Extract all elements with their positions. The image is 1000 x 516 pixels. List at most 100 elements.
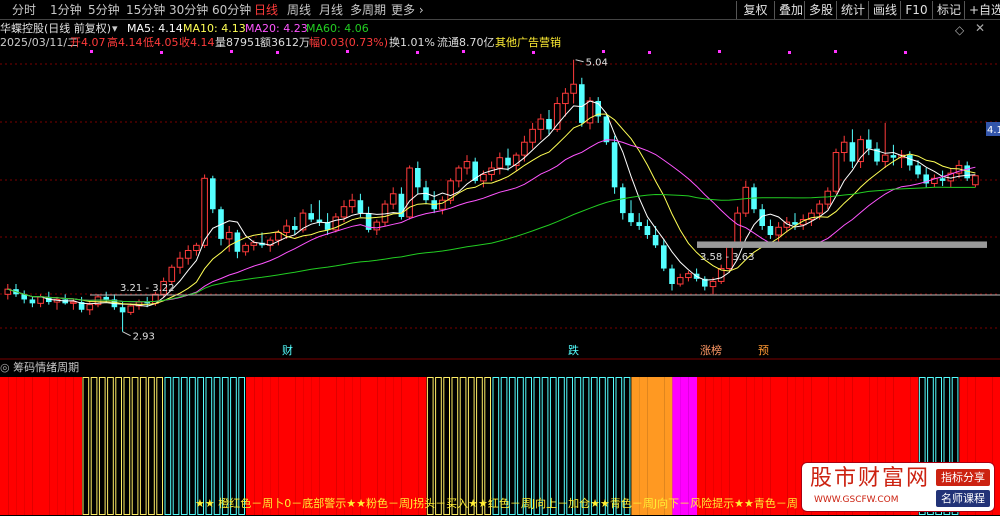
emotion-bar xyxy=(65,377,74,515)
candle xyxy=(676,273,684,287)
emotion-bar xyxy=(517,377,524,515)
emotion-bar xyxy=(57,377,66,515)
emotion-bar xyxy=(656,377,665,515)
candle-body-up xyxy=(70,301,77,304)
tab-5min[interactable]: 5分钟 xyxy=(86,2,122,18)
emotion-bar xyxy=(270,377,279,515)
teacher-course-tag[interactable]: 名师课程 xyxy=(936,490,990,507)
candle-body-down xyxy=(620,187,626,214)
candle xyxy=(759,204,765,230)
candle xyxy=(537,113,545,140)
f10-button[interactable]: F10 xyxy=(900,1,932,19)
low-price-label: 2.93 xyxy=(133,332,155,343)
emotion-bar xyxy=(221,377,229,515)
resistance-band xyxy=(697,241,987,248)
emotion-bar xyxy=(73,377,82,515)
emotion-bar xyxy=(148,377,155,515)
tab-multi-period[interactable]: 多周期 xyxy=(348,2,388,18)
emotion-bar xyxy=(16,377,25,515)
candle-body-up xyxy=(193,244,200,251)
fuquan-button[interactable]: 复权 xyxy=(736,1,774,19)
candle xyxy=(324,213,331,236)
candle-body-down xyxy=(636,222,642,226)
candle-body-up xyxy=(406,167,413,218)
emotion-bar xyxy=(295,377,304,515)
emotion-bar xyxy=(246,377,255,515)
candle-body-down xyxy=(119,307,126,313)
candle xyxy=(119,302,126,332)
tab-daily[interactable]: 日线 xyxy=(252,2,280,18)
tab-weekly[interactable]: 周线 xyxy=(285,2,313,18)
emotion-bar xyxy=(762,377,771,515)
candle-body-down xyxy=(767,226,774,236)
emotion-bar xyxy=(230,377,237,515)
candle-body-up xyxy=(816,203,823,214)
draw-line-button[interactable]: 画线 xyxy=(868,1,900,19)
emotion-bar xyxy=(500,377,508,515)
signal-dot xyxy=(346,50,349,53)
tab-monthly[interactable]: 月线 xyxy=(317,2,345,18)
tab-1min[interactable]: 1分钟 xyxy=(48,2,84,18)
emotion-bar xyxy=(328,377,337,515)
tab-60min[interactable]: 60分钟 xyxy=(210,2,253,18)
candle-body-up xyxy=(283,225,290,233)
emotion-bar xyxy=(508,377,516,515)
candle xyxy=(308,204,314,223)
emotion-bar xyxy=(697,377,706,515)
emotion-bar xyxy=(344,377,353,515)
candle-body-up xyxy=(455,167,463,182)
tab-more-label: 更多 xyxy=(391,3,416,17)
emotion-bar xyxy=(770,377,779,515)
emotion-bar xyxy=(385,377,394,515)
tab-15min[interactable]: 15分钟 xyxy=(124,2,167,18)
overlay-button[interactable]: 叠加 xyxy=(774,1,804,19)
emotion-bar xyxy=(566,377,573,515)
candle-body-down xyxy=(915,165,921,175)
candle xyxy=(857,135,864,168)
emotion-bar xyxy=(713,377,722,515)
candle-body-down xyxy=(103,296,109,300)
emotion-bar xyxy=(8,377,17,515)
candle-body-up xyxy=(168,266,176,282)
candle-body-up xyxy=(242,244,249,253)
emotion-bar xyxy=(32,377,41,515)
candle xyxy=(717,264,725,284)
emotion-bar xyxy=(688,377,697,515)
candle xyxy=(931,174,938,188)
emotion-bar xyxy=(721,377,730,515)
candlestick-chart[interactable]: 5.04 2.93 3.21 - 3.22 3.58 - 3.63 4.1 财 跌 涨榜 预 xyxy=(0,20,1000,360)
tab-more[interactable]: 更多 › xyxy=(389,2,426,18)
emotion-bar xyxy=(172,377,180,515)
add-watchlist-button[interactable]: +自选 xyxy=(964,1,1000,19)
candle xyxy=(365,206,372,233)
statistics-button[interactable]: 统计 xyxy=(836,1,868,19)
candle-body-up xyxy=(529,128,536,143)
candle xyxy=(78,296,85,313)
emotion-bar xyxy=(754,377,763,515)
emotion-bar xyxy=(574,377,582,515)
candle-body-up xyxy=(496,157,504,169)
emotion-bar xyxy=(680,377,689,515)
tab-30min[interactable]: 30分钟 xyxy=(167,2,210,18)
indicator-share-tag[interactable]: 指标分享 xyxy=(936,469,990,486)
watermark-title: 股市财富网 xyxy=(810,466,931,491)
candle xyxy=(628,200,634,226)
emotion-bar xyxy=(459,377,467,515)
candle-body-up xyxy=(709,280,717,288)
price-tag-label: 4.1 xyxy=(987,125,1000,136)
tab-timeshare[interactable]: 分时 xyxy=(10,2,38,18)
emotion-bar xyxy=(418,377,427,515)
emotion-bar xyxy=(213,377,221,515)
mark-button[interactable]: 标记 xyxy=(932,1,964,19)
candle xyxy=(636,213,642,230)
multi-stock-button[interactable]: 多股 xyxy=(804,1,836,19)
emotion-bar xyxy=(467,377,475,515)
high-price-label: 5.04 xyxy=(586,58,608,69)
emotion-bar xyxy=(336,377,345,515)
candle xyxy=(447,178,454,205)
emotion-bar xyxy=(672,377,681,515)
watermark-url: WWW.GSCFW.COM xyxy=(814,495,899,505)
annotation-layer: 5.04 2.93 3.21 - 3.22 3.58 - 3.63 4.1 财 跌 涨榜 预 xyxy=(90,50,1000,357)
emotion-bar xyxy=(24,377,33,515)
candle xyxy=(242,242,249,256)
